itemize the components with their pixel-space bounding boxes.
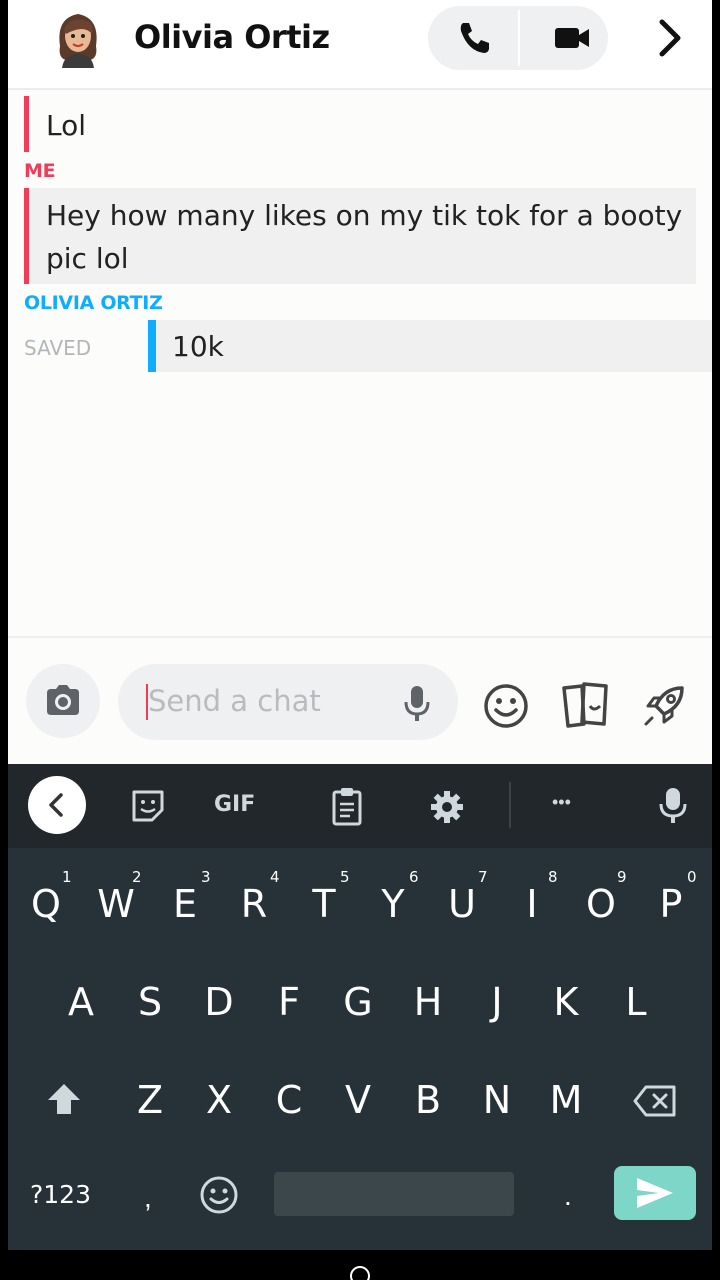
voice-input-icon[interactable] [658, 786, 688, 826]
backspace-icon[interactable] [632, 1084, 678, 1118]
gif-button[interactable]: GIF [214, 792, 255, 817]
comma-key[interactable]: , [144, 1182, 152, 1214]
key-m[interactable]: M [536, 1078, 596, 1122]
key-z[interactable]: Z [120, 1078, 180, 1122]
camera-icon [47, 685, 79, 715]
sender-label-me: ME [24, 160, 56, 182]
message-bubble-friend[interactable]: 10k [148, 320, 712, 372]
toolbar-divider [509, 782, 511, 828]
key-q[interactable]: Q [16, 882, 76, 926]
key-g[interactable]: G [328, 980, 388, 1024]
key-hint: 3 [201, 868, 211, 886]
send-key[interactable] [614, 1166, 696, 1220]
home-button[interactable] [350, 1266, 370, 1280]
key-x[interactable]: X [189, 1078, 249, 1122]
sender-label-friend: OLIVIA ORTIZ [24, 292, 163, 314]
key-w[interactable]: W [86, 882, 146, 926]
key-j[interactable]: J [467, 980, 527, 1024]
key-r[interactable]: R [224, 882, 284, 926]
key-e[interactable]: E [155, 882, 215, 926]
key-o[interactable]: O [571, 882, 631, 926]
games-rocket-icon[interactable] [642, 682, 688, 728]
key-f[interactable]: F [259, 980, 319, 1024]
emoji-icon[interactable] [482, 682, 530, 730]
message-text-line: Hey how many likes on my tik tok for a b… [46, 199, 683, 232]
divider [518, 10, 520, 66]
mic-icon[interactable] [402, 684, 432, 724]
settings-gear-icon[interactable] [428, 788, 466, 826]
shift-icon[interactable] [46, 1082, 82, 1116]
camera-button[interactable] [26, 664, 100, 738]
key-s[interactable]: S [120, 980, 180, 1024]
chat-screen: Olivia Ortiz Lol ME Hey how many likes o… [8, 0, 712, 1250]
period-key[interactable]: . [564, 1180, 572, 1212]
key-hint: 9 [617, 868, 627, 886]
key-u[interactable]: U [432, 882, 492, 926]
space-bar[interactable] [274, 1172, 514, 1216]
key-l[interactable]: L [606, 980, 666, 1024]
chevron-left-icon [49, 793, 63, 817]
key-b[interactable]: B [398, 1078, 458, 1122]
key-k[interactable]: K [536, 980, 596, 1024]
contact-name[interactable]: Olivia Ortiz [134, 18, 330, 56]
message-text: 10k [172, 330, 224, 363]
chat-input[interactable]: Send a chat [118, 664, 458, 740]
key-hint: 1 [62, 868, 72, 886]
chat-input-bar: Send a chat [8, 636, 712, 764]
key-hint: 6 [409, 868, 419, 886]
sticker-icon[interactable] [130, 788, 166, 824]
message-bubble-me[interactable]: Hey how many likes on my tik tok for a b… [24, 188, 696, 284]
chat-placeholder: Send a chat [148, 684, 321, 718]
key-y[interactable]: Y [363, 882, 423, 926]
key-hint: 5 [340, 868, 350, 886]
keyboard: GIF ••• Q W E R T Y U I O P 1 2 3 4 5 6 … [8, 764, 712, 1250]
key-d[interactable]: D [189, 980, 249, 1024]
saved-label: SAVED [24, 336, 92, 360]
emoji-key-icon[interactable] [198, 1174, 240, 1216]
more-button[interactable]: ••• [552, 792, 571, 813]
stickers-icon[interactable] [560, 680, 612, 730]
key-v[interactable]: V [328, 1078, 388, 1122]
key-t[interactable]: T [294, 882, 354, 926]
keyboard-toolbar: GIF ••• [8, 764, 712, 848]
friend-accent-bar [148, 320, 156, 372]
key-hint: 7 [478, 868, 488, 886]
key-p[interactable]: P [641, 882, 701, 926]
me-accent-bar [24, 188, 29, 284]
key-h[interactable]: H [398, 980, 458, 1024]
key-hint: 0 [687, 868, 697, 886]
call-buttons [428, 6, 608, 70]
key-c[interactable]: C [259, 1078, 319, 1122]
video-icon[interactable] [552, 18, 592, 58]
key-n[interactable]: N [467, 1078, 527, 1122]
collapse-toolbar-button[interactable] [28, 776, 86, 834]
key-i[interactable]: I [502, 882, 562, 926]
symbols-key[interactable]: ?123 [30, 1180, 91, 1209]
chevron-right-icon[interactable] [652, 16, 688, 60]
me-accent-bar [24, 96, 29, 152]
key-a[interactable]: A [51, 980, 111, 1024]
message-text-line: pic lol [46, 242, 129, 275]
clipboard-icon[interactable] [330, 786, 364, 826]
key-hint: 2 [132, 868, 142, 886]
key-hint: 4 [270, 868, 280, 886]
system-nav-bar [0, 1250, 720, 1280]
chat-header: Olivia Ortiz [8, 0, 712, 90]
send-arrow-icon [637, 1178, 673, 1208]
message-text: Lol [46, 109, 87, 142]
key-hint: 8 [548, 868, 558, 886]
phone-icon[interactable] [454, 18, 494, 58]
avatar[interactable] [50, 6, 106, 68]
